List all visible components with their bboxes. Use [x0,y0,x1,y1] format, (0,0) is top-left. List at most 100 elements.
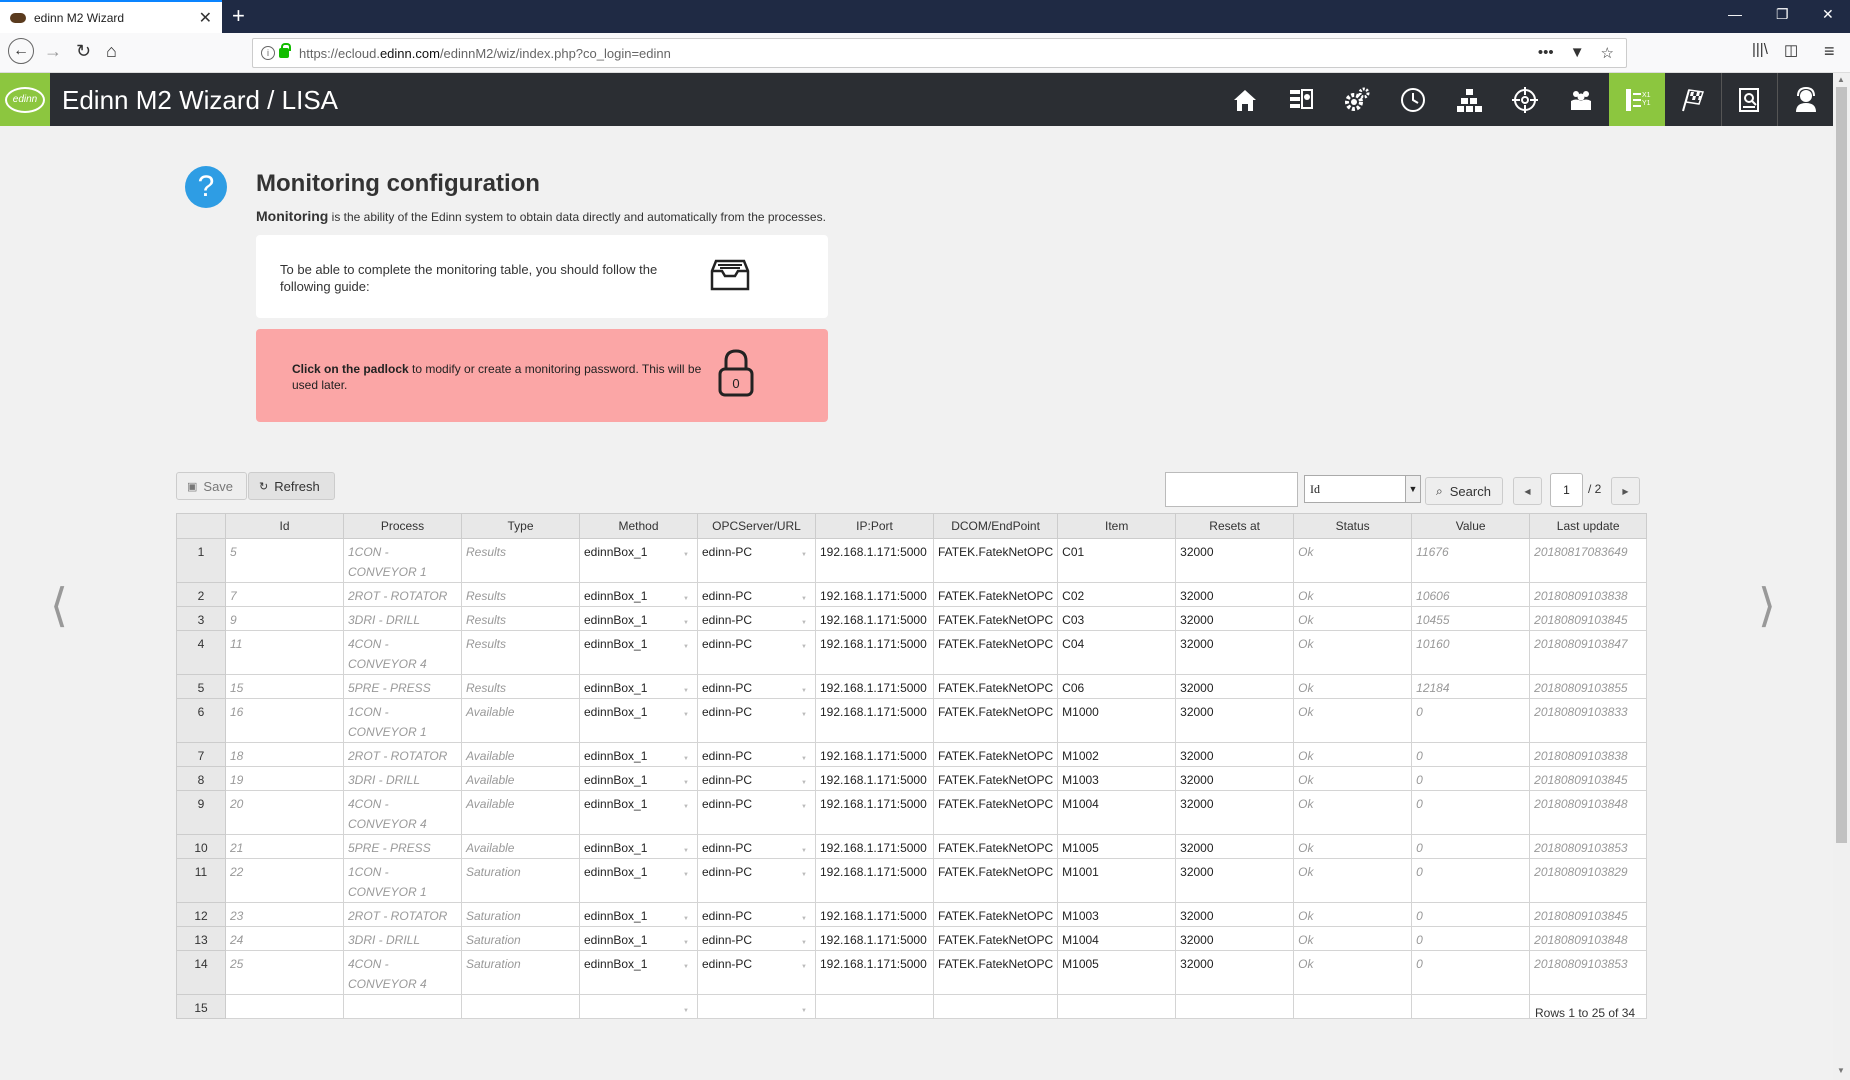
cell-method[interactable]: edinnBox_1 [579,538,698,583]
previous-section-icon[interactable]: ⟨ [50,578,68,632]
cell-status[interactable]: Ok [1293,698,1413,743]
column-header-dcom[interactable]: DCOM/EndPoint [932,513,1059,539]
table-row[interactable]: 13243DRI - DRILLSaturationedinnBox_1edin… [176,926,1648,951]
settings-gears-icon[interactable] [1329,73,1385,126]
cell-value[interactable]: 0 [1411,858,1531,903]
cell-method[interactable]: edinnBox_1 [579,742,698,767]
cell-lastupdate[interactable]: 20180809103845 [1529,902,1648,927]
cell-type[interactable]: Results [461,674,580,699]
cell-dcom[interactable]: FATEK.FatekNetOPC [932,858,1059,903]
cell-method[interactable]: edinnBox_1 [579,926,698,951]
cell-opcserver[interactable]: edinn-PC [697,606,816,631]
cell-lastupdate[interactable]: 20180809103845 [1529,606,1648,631]
table-row[interactable]: 12232ROT - ROTATORSaturationedinnBox_1ed… [176,902,1648,927]
close-tab-icon[interactable]: ✕ [199,8,212,28]
cell-status[interactable]: Ok [1293,630,1413,675]
cell-method[interactable]: edinnBox_1 [579,674,698,699]
cell-lastupdate[interactable]: 20180809103838 [1529,582,1648,607]
reload-icon[interactable]: ↻ [76,41,91,62]
table-row[interactable]: 6161CON - CONVEYOR 1AvailableedinnBox_1e… [176,698,1648,743]
cell-dcom[interactable]: FATEK.FatekNetOPC [932,926,1059,951]
cell-ipport[interactable]: 192.168.1.171:5000 [815,766,934,791]
cell-dcom[interactable]: FATEK.FatekNetOPC [932,834,1059,859]
cell-lastupdate[interactable]: 20180809103847 [1529,630,1648,675]
cell-dcom[interactable]: FATEK.FatekNetOPC [932,674,1059,699]
cell-lastupdate[interactable]: 20180809103848 [1529,926,1648,951]
cell-resets[interactable]: 32000 [1175,538,1295,583]
cell-value[interactable]: 0 [1411,926,1531,951]
cell-resets[interactable]: 32000 [1175,742,1295,767]
cell-process[interactable]: 1CON - CONVEYOR 1 [343,538,462,583]
cell-ipport[interactable]: 192.168.1.171:5000 [815,630,934,675]
scrollbar-thumb[interactable] [1836,87,1847,843]
cell-method[interactable]: edinnBox_1 [579,698,698,743]
next-page-button[interactable]: ▶ [1611,477,1640,505]
table-row[interactable]: 11 22 1CON - CONVEYOR 1 Saturation edinnBox_… [176,858,1648,903]
cell-value[interactable]: 0 [1411,742,1531,767]
column-header-resets[interactable]: Resets at [1175,513,1295,539]
cell-item[interactable]: M1001 [1057,858,1177,903]
cell-dcom[interactable]: FATEK.FatekNetOPC [932,790,1059,835]
cell-id[interactable]: 7 [225,582,344,607]
clock-icon[interactable] [1385,73,1441,126]
hierarchy-icon[interactable] [1441,73,1497,126]
search-input[interactable] [1165,472,1298,507]
cell-process[interactable]: 1CON - CONVEYOR 1 [343,858,462,903]
cell-status[interactable]: Ok [1293,742,1413,767]
cell-process[interactable]: 5PRE - PRESS [343,674,462,699]
page-actions-icon[interactable]: ••• [1538,44,1554,62]
site-info-icon[interactable]: i [261,46,275,60]
cell-resets[interactable]: 32000 [1175,902,1295,927]
cell-opcserver[interactable]: edinn-PC [697,538,816,583]
table-row[interactable]: 8193DRI - DRILLAvailableedinnBox_1edinn-… [176,766,1648,791]
cell-ipport[interactable]: 192.168.1.171:5000 [815,858,934,903]
cell-resets[interactable]: 32000 [1175,606,1295,631]
cell-method[interactable]: edinnBox_1 [579,902,698,927]
cell-lastupdate[interactable]: 20180809103853 [1529,834,1648,859]
cell-ipport[interactable]: 192.168.1.171:5000 [815,950,934,995]
next-section-icon[interactable]: ⟩ [1758,578,1776,632]
cell-resets[interactable]: 32000 [1175,698,1295,743]
column-header-process[interactable]: Process [343,513,462,539]
cell-ipport[interactable]: 192.168.1.171:5000 [815,834,934,859]
cell-process[interactable]: 4CON - CONVEYOR 4 [343,950,462,995]
cell-id[interactable]: 23 [225,902,344,927]
cell-dcom[interactable]: FATEK.FatekNetOPC [932,582,1059,607]
cell-process[interactable]: 3DRI - DRILL [343,766,462,791]
column-header-lastupdate[interactable]: Last update [1529,513,1648,539]
cell-status[interactable]: Ok [1293,582,1413,607]
bookmark-star-icon[interactable]: ☆ [1601,44,1614,62]
cell-ipport[interactable]: 192.168.1.171:5000 [815,742,934,767]
home-icon[interactable] [1217,73,1273,126]
cell-value[interactable]: 10455 [1411,606,1531,631]
cell-id[interactable]: 15 [225,674,344,699]
cell-id[interactable]: 16 [225,698,344,743]
cell-opcserver[interactable] [697,994,816,1019]
cell-lastupdate[interactable]: 20180809103853 [1529,950,1648,995]
inbox-tray-icon[interactable] [710,257,750,293]
cell-type[interactable]: Available [461,790,580,835]
cell-dcom[interactable]: FATEK.FatekNetOPC [932,950,1059,995]
cell-status[interactable]: Ok [1293,902,1413,927]
cell-ipport[interactable]: 192.168.1.171:5000 [815,582,934,607]
cell-type[interactable]: Saturation [461,902,580,927]
cell-method[interactable]: edinnBox_1 [579,790,698,835]
cell-opcserver[interactable]: edinn-PC [697,902,816,927]
dashboard-icon[interactable] [1273,73,1329,126]
cell-method[interactable]: edinnBox_1 [579,582,698,607]
cell-resets[interactable]: 32000 [1175,582,1295,607]
page-number-input[interactable]: 1 [1550,473,1583,507]
cell-dcom[interactable]: FATEK.FatekNetOPC [932,698,1059,743]
cell-process[interactable]: 2ROT - ROTATOR [343,742,462,767]
cell-method[interactable]: edinnBox_1 [579,606,698,631]
page-scrollbar[interactable]: ▲ ▼ [1833,73,1850,1080]
cell-opcserver[interactable]: edinn-PC [697,834,816,859]
cell-status[interactable]: Ok [1293,538,1413,583]
cell-id[interactable]: 9 [225,606,344,631]
table-row[interactable]: 14 25 4CON - CONVEYOR 4 Saturation edinnBox_… [176,950,1648,995]
cell-type[interactable]: Saturation [461,858,580,903]
cell-item[interactable]: M1002 [1057,742,1177,767]
address-bar[interactable]: i https://ecloud.edinn.com/edinnM2/wiz/i… [252,38,1627,68]
cell-resets[interactable]: 32000 [1175,674,1295,699]
cell-method[interactable]: edinnBox_1 [579,766,698,791]
